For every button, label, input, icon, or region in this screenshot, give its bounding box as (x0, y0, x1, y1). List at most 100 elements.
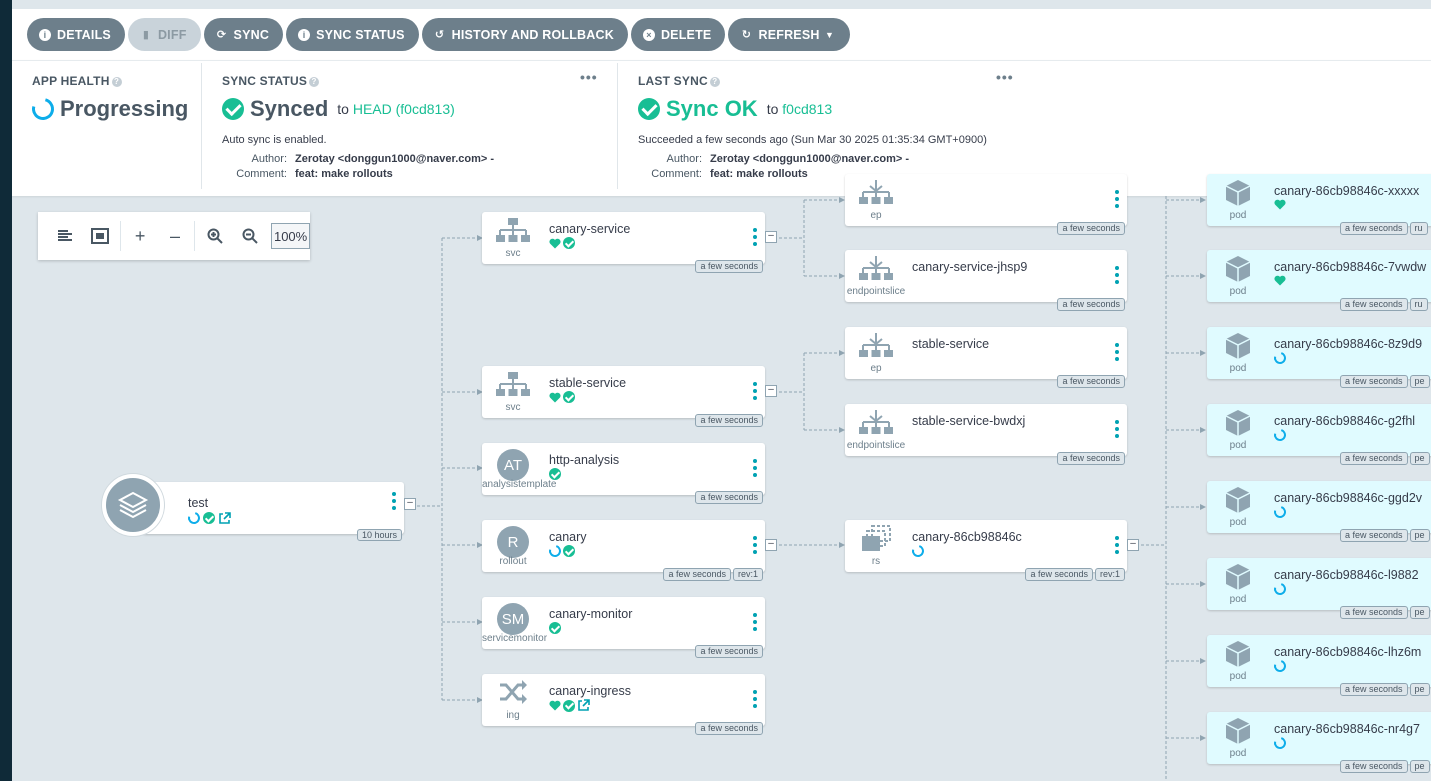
kebab-menu-icon[interactable] (1115, 536, 1119, 554)
fit-view-icon[interactable] (83, 212, 118, 260)
node-replicaset[interactable]: rs canary-86cb98846c a few seconds rev:1 … (845, 520, 1139, 581)
node-canary-monitor[interactable]: SM servicemonitor canary-monitor a few s… (482, 597, 765, 658)
kebab-menu-icon[interactable] (753, 459, 757, 477)
sync-status-panel[interactable]: SYNC STATUS? ••• Synced to HEAD (f0cd813)… (222, 61, 602, 189)
node-name: test (188, 496, 209, 510)
synced-icon (203, 512, 215, 524)
graph-toolbar: + – 100% (38, 212, 310, 260)
healthy-heart-icon (1274, 275, 1286, 286)
progressing-icon (1271, 503, 1289, 521)
node-endpointslice-stable[interactable]: endpointslice stable-service-bwdxj a few… (845, 404, 1127, 465)
redo-icon: ↻ (741, 28, 752, 41)
times-circle-icon: × (642, 28, 655, 41)
synced-icon (549, 622, 561, 634)
app-node-test[interactable]: test 10 hours – (102, 474, 416, 541)
diff-button[interactable]: ▮ DIFF (127, 18, 201, 51)
progressing-icon (1271, 349, 1289, 367)
collapse-toggle[interactable]: – (765, 231, 777, 243)
action-bar: i DETAILS ▮ DIFF ⟳ SYNC i SYNC STATUS ↺ HISTO… (12, 0, 1431, 60)
history-rollback-button[interactable]: ↺ HISTORY AND ROLLBACK (421, 18, 628, 51)
progressing-icon (27, 93, 59, 125)
kebab-menu-icon[interactable] (1115, 343, 1119, 361)
help-icon[interactable]: ? (309, 77, 320, 87)
refresh-button[interactable]: ↻ REFRESH ▼ (728, 18, 850, 51)
kebab-menu-icon[interactable] (392, 492, 396, 510)
argocd-app-view: i DETAILS ▮ DIFF ⟳ SYNC i SYNC STATUS ↺ HISTO… (12, 0, 1431, 781)
app-health-panel: APP HEALTH? Progressing (27, 61, 202, 189)
minus-icon[interactable]: – (158, 212, 193, 260)
file-diff-icon: ▮ (142, 28, 150, 41)
details-button[interactable]: i DETAILS (27, 18, 125, 51)
kebab-menu-icon[interactable] (753, 228, 757, 246)
node-canary-rollout[interactable]: R rollout canary a few seconds rev:1 – (482, 520, 777, 581)
help-icon[interactable]: ? (111, 77, 122, 87)
healthy-heart-icon (549, 700, 561, 711)
progressing-icon (546, 542, 564, 560)
node-canary-ingress[interactable]: ing canary-ingress a few seconds (482, 674, 765, 735)
kebab-menu-icon[interactable] (1115, 420, 1119, 438)
synced-icon (563, 237, 575, 249)
synced-icon (563, 545, 575, 557)
collapse-toggle[interactable]: – (765, 385, 777, 397)
kebab-menu-icon[interactable] (753, 536, 757, 554)
zoom-in-icon[interactable] (197, 212, 232, 260)
pod-node[interactable]: pod canary-86cb98846c-lhz6m a few seconds p… (1207, 635, 1431, 696)
help-icon[interactable]: ? (709, 77, 720, 87)
healthy-heart-icon (549, 238, 561, 248)
analysistemplate-badge: AT (497, 449, 529, 481)
sync-status-button[interactable]: i SYNC STATUS (286, 18, 419, 51)
rollout-badge: R (497, 526, 529, 558)
kebab-menu-icon[interactable] (753, 382, 757, 400)
delete-button[interactable]: × DELETE (630, 18, 726, 51)
synced-icon (549, 468, 561, 480)
healthy-heart-icon (549, 392, 561, 402)
last-sync-target-link[interactable]: f0cd813 (782, 101, 832, 117)
kebab-menu-icon[interactable] (753, 690, 757, 708)
servicemonitor-badge: SM (497, 603, 529, 635)
pod-node[interactable]: pod canary-86cb98846c-g2fhl a few seconds p… (1207, 404, 1431, 465)
collapse-toggle[interactable]: – (404, 498, 416, 510)
sync-ok-icon (638, 98, 660, 120)
more-icon[interactable]: ••• (996, 69, 1014, 85)
progressing-icon (185, 509, 203, 527)
zoom-level[interactable]: 100% (271, 223, 310, 249)
collapse-toggle[interactable]: – (765, 539, 777, 551)
kebab-menu-icon[interactable] (753, 613, 757, 631)
synced-icon (222, 98, 244, 120)
healthy-heart-icon (1274, 199, 1286, 210)
external-link-icon[interactable] (577, 699, 590, 712)
synced-icon (563, 699, 575, 712)
last-sync-panel[interactable]: LAST SYNC? ••• Sync OK to f0cd813 Succeed… (638, 61, 1018, 189)
pod-node[interactable]: pod canary-86cb98846c-ggd2v a few seconds p… (1207, 481, 1431, 542)
caret-down-icon: ▼ (825, 29, 835, 40)
node-ep-canary-service[interactable]: ep a few seconds (845, 174, 1127, 235)
info-icon: i (39, 28, 51, 41)
progressing-icon (1271, 734, 1289, 752)
node-endpointslice-canary[interactable]: endpointslice canary-service-jhsp9 a few… (845, 250, 1127, 311)
align-left-icon[interactable] (48, 212, 83, 260)
plus-icon[interactable]: + (123, 212, 158, 260)
synced-icon (563, 391, 575, 403)
kebab-menu-icon[interactable] (1115, 190, 1119, 208)
progressing-icon (1271, 580, 1289, 598)
node-canary-service[interactable]: svc canary-service a few seconds – (482, 212, 777, 273)
progressing-icon (909, 542, 927, 560)
sync-button[interactable]: ⟳ SYNC (203, 18, 284, 51)
node-ep-stable-service[interactable]: ep stable-service a few seconds (845, 327, 1127, 388)
sync-target-link[interactable]: HEAD (f0cd813) (353, 101, 455, 117)
more-icon[interactable]: ••• (580, 69, 598, 85)
layers-icon (102, 474, 164, 536)
node-stable-service[interactable]: svc stable-service a few seconds – (482, 366, 777, 427)
external-link-icon[interactable] (218, 512, 231, 525)
pod-node[interactable]: pod canary-86cb98846c-7vwdw a few seconds r… (1207, 250, 1431, 311)
pod-node[interactable]: pod canary-86cb98846c-l9882 a few seconds p… (1207, 558, 1431, 619)
pod-node[interactable]: pod canary-86cb98846c-8z9d9 a few seconds p… (1207, 327, 1431, 388)
kebab-menu-icon[interactable] (1115, 266, 1119, 284)
zoom-out-icon[interactable] (232, 212, 267, 260)
node-http-analysis[interactable]: AT analysistemplate http-analysis a few … (482, 443, 765, 504)
resource-tree-canvas[interactable]: + – 100% test 10 hours – svc canary-serv… (12, 174, 1431, 781)
pod-node[interactable]: pod canary-86cb98846c-xxxxx a few seconds r… (1207, 174, 1431, 235)
progressing-icon (1271, 657, 1289, 675)
pod-node[interactable]: pod canary-86cb98846c-nr4g7 a few seconds p… (1207, 712, 1431, 773)
collapse-toggle[interactable]: – (1127, 539, 1139, 551)
